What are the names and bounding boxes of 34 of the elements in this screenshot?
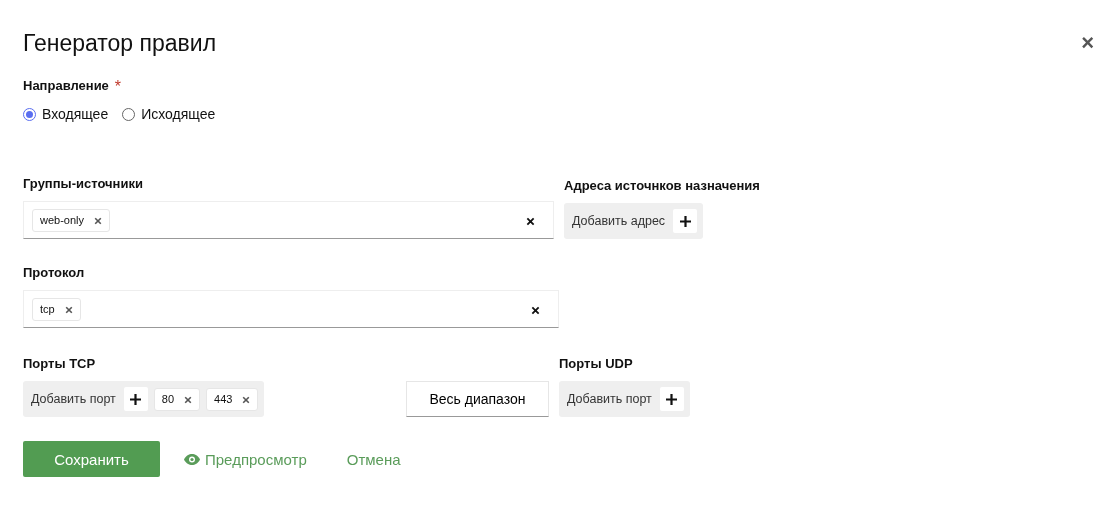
field-label: Порты UDP	[559, 356, 634, 371]
close-icon	[526, 216, 535, 226]
add-button[interactable]	[123, 387, 148, 411]
plus-icon	[679, 215, 691, 227]
close-icon	[184, 395, 193, 404]
close-icon	[242, 395, 251, 404]
radio-label[interactable]: Входящее	[42, 106, 109, 122]
dialog-title: Генератор правил	[23, 29, 217, 57]
plus-icon	[666, 393, 678, 405]
add-button[interactable]	[659, 387, 684, 411]
close-button[interactable]: ×	[1081, 32, 1094, 54]
multiselect-field[interactable]: web-only	[23, 201, 554, 239]
tag-text: web-only	[40, 214, 85, 226]
full-range-button[interactable]: Весь диапазон	[406, 381, 549, 417]
plus-icon	[130, 393, 142, 405]
add-label: Добавить порт	[566, 392, 653, 406]
field-label: Направление	[23, 78, 109, 95]
tag-text: 443	[214, 393, 233, 405]
field-label: Протокол	[23, 265, 86, 280]
add-label: Добавить порт	[30, 392, 117, 406]
add-label: Добавить адрес	[571, 214, 667, 228]
field-label: Группы-источники	[23, 176, 144, 191]
field-label: Адреса источнков назначения	[564, 178, 761, 193]
tag-text: 80	[161, 393, 175, 405]
radio-label[interactable]: Исходящее	[141, 106, 216, 122]
close-icon	[94, 216, 103, 225]
field-label: Порты TCP	[23, 356, 97, 371]
tag-text: tcp	[40, 303, 55, 315]
eye-icon	[184, 453, 200, 465]
add-button[interactable]	[673, 209, 698, 233]
close-icon	[64, 305, 73, 314]
close-icon	[531, 305, 540, 315]
multiselect-field[interactable]: tcp	[23, 290, 559, 328]
required-mark: *	[114, 78, 122, 96]
